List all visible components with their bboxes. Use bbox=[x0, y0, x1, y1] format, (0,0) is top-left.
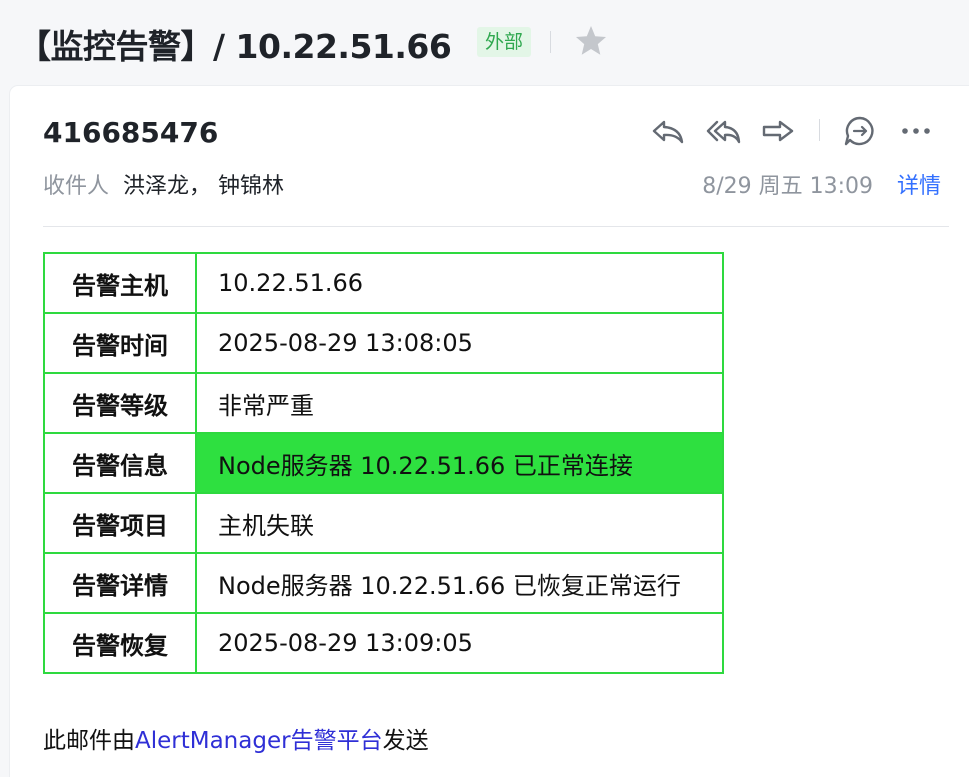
more-icon[interactable] bbox=[898, 114, 934, 148]
star-icon[interactable] bbox=[573, 23, 609, 59]
subject-title: 【监控告警】/ 10.22.51.66 bbox=[18, 27, 452, 66]
header-divider bbox=[43, 226, 949, 227]
external-tag: 外部 bbox=[477, 27, 532, 57]
toolbar-divider bbox=[819, 119, 820, 141]
alert-level-value: 非常严重 bbox=[195, 372, 724, 434]
table-row: 告警项目 主机失联 bbox=[43, 492, 724, 554]
alert-detail-value: Node服务器 10.22.51.66 已恢复正常运行 bbox=[195, 552, 724, 614]
recipients-row: 收件人 洪泽龙， 钟锦林 bbox=[43, 168, 284, 200]
alert-item-value: 主机失联 bbox=[195, 492, 724, 554]
alert-host-label: 告警主机 bbox=[43, 252, 197, 314]
alert-host-value: 10.22.51.66 bbox=[195, 252, 724, 314]
alert-recovery-value: 2025-08-29 13:09:05 bbox=[195, 612, 724, 674]
subject-bar: 【监控告警】/ 10.22.51.66 外部 bbox=[0, 0, 969, 86]
alertmanager-link[interactable]: AlertManager告警平台 bbox=[135, 728, 383, 754]
title-divider bbox=[550, 31, 551, 53]
sent-date: 8/29 周五 13:09 bbox=[702, 174, 873, 199]
alert-level-label: 告警等级 bbox=[43, 372, 197, 434]
details-link[interactable]: 详情 bbox=[897, 168, 941, 200]
alert-info-value: Node服务器 10.22.51.66 已正常连接 bbox=[195, 432, 724, 494]
alert-recovery-label: 告警恢复 bbox=[43, 612, 197, 674]
forward-icon[interactable] bbox=[760, 114, 796, 148]
table-row: 告警等级 非常严重 bbox=[43, 372, 724, 434]
footer-suffix: 发送 bbox=[382, 728, 429, 754]
sender-name[interactable]: 416685476 bbox=[43, 116, 218, 149]
table-row: 告警信息 Node服务器 10.22.51.66 已正常连接 bbox=[43, 432, 724, 494]
alert-time-value: 2025-08-29 13:08:05 bbox=[195, 312, 724, 374]
comment-icon[interactable] bbox=[842, 114, 878, 148]
recipients-label: 收件人 bbox=[43, 174, 110, 199]
alert-time-label: 告警时间 bbox=[43, 312, 197, 374]
alert-table: 告警主机 10.22.51.66 告警时间 2025-08-29 13:08:0… bbox=[43, 252, 724, 674]
alert-info-label: 告警信息 bbox=[43, 432, 197, 494]
footer-prefix: 此邮件由 bbox=[43, 728, 135, 754]
alert-detail-label: 告警详情 bbox=[43, 552, 197, 614]
table-row: 告警详情 Node服务器 10.22.51.66 已恢复正常运行 bbox=[43, 552, 724, 614]
table-row: 告警时间 2025-08-29 13:08:05 bbox=[43, 312, 724, 374]
table-row: 告警主机 10.22.51.66 bbox=[43, 252, 724, 314]
recipients-list[interactable]: 洪泽龙， 钟锦林 bbox=[123, 174, 284, 199]
mail-card: 416685476 收件人 洪泽龙， 钟锦林 8/29 周五 13:09 详情 告… bbox=[10, 86, 969, 777]
footer-note: 此邮件由AlertManager告警平台发送 bbox=[43, 721, 429, 755]
table-row: 告警恢复 2025-08-29 13:09:05 bbox=[43, 612, 724, 674]
alert-item-label: 告警项目 bbox=[43, 492, 197, 554]
reply-icon[interactable] bbox=[650, 114, 686, 148]
reply-all-icon[interactable] bbox=[705, 114, 741, 148]
